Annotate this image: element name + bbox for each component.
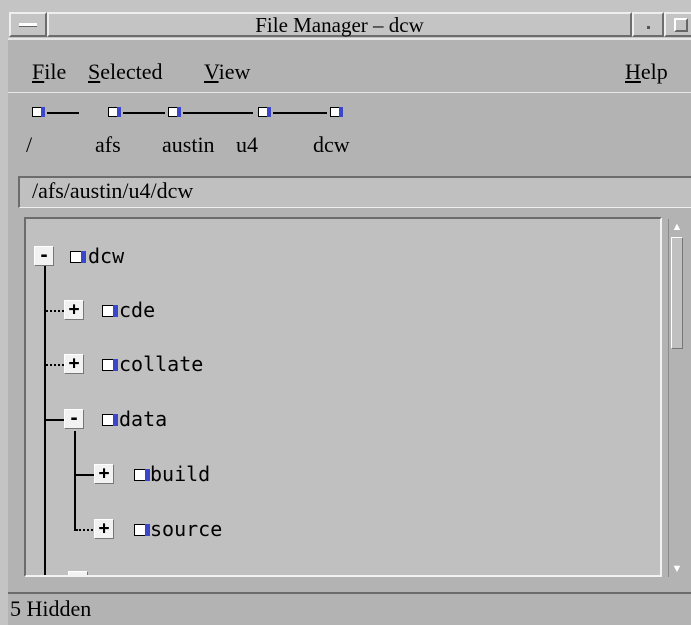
- menu-help-mnemonic: H: [625, 59, 641, 84]
- breadcrumb-connector: [183, 112, 253, 114]
- folder-icon[interactable]: [258, 107, 271, 117]
- menu-bar: File Selected View Help: [8, 38, 691, 92]
- breadcrumb-u4[interactable]: u4: [236, 133, 258, 157]
- menu-help[interactable]: Help: [625, 60, 668, 84]
- window-title[interactable]: File Manager – dcw: [47, 12, 632, 37]
- tree-connector: [76, 474, 96, 476]
- folder-icon: [134, 469, 150, 481]
- tree-connector: [74, 431, 76, 531]
- folder-icon: [102, 414, 118, 426]
- menu-selected-mnemonic: S: [88, 59, 101, 84]
- tree-toggle-source[interactable]: +: [94, 519, 114, 539]
- window-menu-button[interactable]: [9, 12, 47, 37]
- folder-icon[interactable]: [168, 107, 181, 117]
- tree-connector: [44, 259, 46, 575]
- breadcrumb-austin[interactable]: austin: [162, 133, 215, 157]
- breadcrumb-connector: [47, 112, 79, 114]
- menu-file-label: ile: [44, 59, 67, 84]
- breadcrumb-afs[interactable]: afs: [95, 133, 121, 157]
- tree-toggle-partial[interactable]: [68, 571, 88, 575]
- scrollbar-thumb[interactable]: [671, 237, 683, 349]
- scroll-down-arrow-icon[interactable]: ▼: [670, 562, 684, 576]
- tree-item-source[interactable]: source: [150, 518, 222, 540]
- menu-view[interactable]: View: [204, 60, 250, 84]
- menu-help-label: elp: [640, 59, 668, 84]
- menu-selected-label: elected: [100, 59, 163, 84]
- tree-connector: [46, 419, 66, 421]
- breadcrumb-connector: [273, 112, 327, 114]
- tree-toggle-data[interactable]: -: [64, 409, 84, 429]
- menu-selected[interactable]: Selected: [88, 60, 163, 84]
- minimize-icon: [647, 26, 650, 29]
- status-bar: 5 Hidden: [8, 592, 691, 625]
- breadcrumb-dcw[interactable]: dcw: [313, 133, 350, 157]
- tree-toggle-cde[interactable]: +: [64, 300, 84, 320]
- tree-item-dcw[interactable]: dcw: [88, 245, 124, 267]
- window-menu-icon: [19, 23, 37, 27]
- tree-item-build[interactable]: build: [150, 463, 210, 485]
- folder-icon: [102, 359, 118, 371]
- window-left-border: [0, 38, 8, 625]
- folder-icon: [134, 524, 150, 536]
- scroll-up-arrow-icon[interactable]: ▲: [670, 220, 684, 234]
- vertical-scrollbar[interactable]: ▲ ▼: [668, 219, 685, 577]
- maximize-icon: [674, 18, 688, 32]
- minimize-button[interactable]: [632, 12, 664, 37]
- tree-connector: [76, 529, 96, 531]
- tree-toggle-build[interactable]: +: [94, 464, 114, 484]
- folder-icon[interactable]: [32, 107, 45, 117]
- folder-tree[interactable]: - dcw + cde + collate - data + build + s…: [24, 217, 662, 577]
- folder-icon: [70, 251, 86, 263]
- menu-view-mnemonic: V: [204, 59, 219, 84]
- menu-view-label: iew: [218, 59, 251, 84]
- path-field[interactable]: /afs/austin/u4/dcw: [18, 176, 691, 208]
- menu-file[interactable]: File: [32, 60, 66, 84]
- folder-icon: [102, 305, 118, 317]
- tree-item-cde[interactable]: cde: [119, 299, 155, 321]
- tree-toggle-dcw[interactable]: -: [34, 246, 54, 266]
- breadcrumb: / afs austin u4 dcw: [8, 92, 691, 169]
- breadcrumb-connector: [123, 112, 165, 114]
- tree-connector: [46, 364, 64, 366]
- tree-toggle-collate[interactable]: +: [64, 354, 84, 374]
- breadcrumb-root[interactable]: /: [26, 133, 32, 157]
- folder-icon[interactable]: [108, 107, 121, 117]
- folder-icon[interactable]: [330, 107, 343, 117]
- menu-file-mnemonic: F: [32, 59, 45, 84]
- tree-connector: [46, 310, 64, 312]
- tree-item-collate[interactable]: collate: [119, 353, 203, 375]
- tree-item-data[interactable]: data: [119, 408, 167, 430]
- maximize-button[interactable]: [664, 12, 691, 37]
